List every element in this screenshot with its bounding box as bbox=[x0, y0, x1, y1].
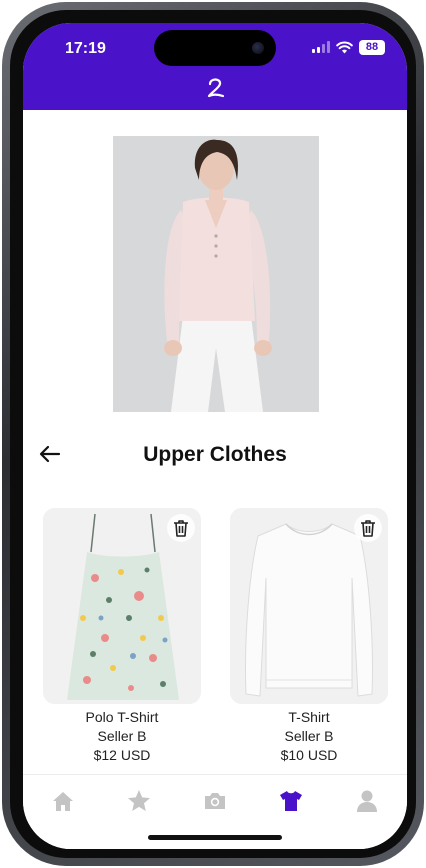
front-camera bbox=[252, 42, 264, 54]
status-icons: 88 bbox=[312, 39, 385, 55]
camera-icon[interactable] bbox=[202, 788, 228, 814]
product-card[interactable]: T-Shirt Seller B $10 USD bbox=[230, 508, 388, 765]
phone-frame: 17:19 88 Upper Clothes Polo T-Shirt Sell… bbox=[2, 2, 424, 866]
page-title: Upper Clothes bbox=[143, 443, 287, 466]
delete-button[interactable] bbox=[167, 514, 195, 542]
trash-icon bbox=[174, 520, 188, 537]
product-image-white-sweater[interactable] bbox=[230, 508, 388, 704]
product-card[interactable]: Polo T-Shirt Seller B $12 USD bbox=[43, 508, 201, 765]
screen: 17:19 88 Upper Clothes Polo T-Shirt Sell… bbox=[23, 23, 407, 849]
trash-icon bbox=[361, 520, 375, 537]
product-price: $12 USD bbox=[93, 747, 151, 763]
product-seller: Seller B bbox=[97, 728, 147, 744]
product-seller: Seller B bbox=[284, 728, 334, 744]
model-photo bbox=[113, 136, 319, 412]
product-price: $10 USD bbox=[280, 747, 338, 763]
app-header: 17:19 88 bbox=[23, 23, 407, 110]
delete-button[interactable] bbox=[354, 514, 382, 542]
star-icon[interactable] bbox=[126, 788, 152, 814]
person-icon[interactable] bbox=[354, 788, 380, 814]
dynamic-island bbox=[154, 30, 276, 66]
wifi-icon bbox=[336, 40, 353, 53]
product-name: T-Shirt bbox=[288, 709, 330, 725]
bottom-tab-bar bbox=[23, 774, 407, 849]
product-image-floral-cami[interactable] bbox=[43, 508, 201, 704]
app-logo-icon bbox=[207, 78, 225, 98]
shirt-icon[interactable] bbox=[278, 788, 304, 814]
home-icon[interactable] bbox=[50, 788, 76, 814]
status-time: 17:19 bbox=[65, 40, 106, 57]
battery-indicator: 88 bbox=[359, 39, 385, 55]
cellular-signal-icon bbox=[312, 41, 330, 53]
product-name: Polo T-Shirt bbox=[85, 709, 159, 725]
home-indicator[interactable] bbox=[148, 835, 282, 840]
